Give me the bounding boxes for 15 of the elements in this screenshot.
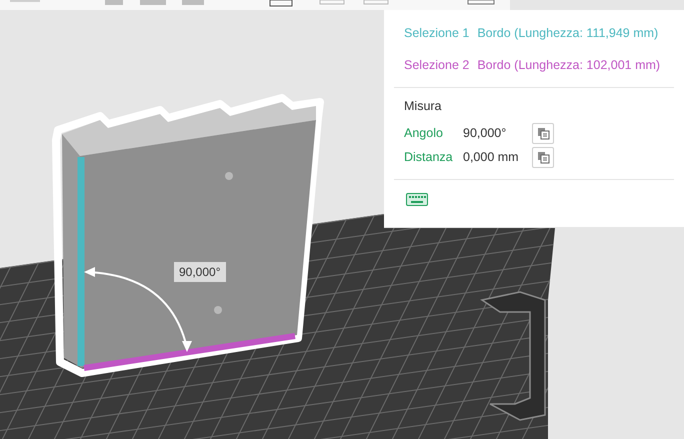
measure-label: Distanza — [404, 148, 454, 166]
measure-value: 0,000 mm — [463, 148, 520, 166]
copy-icon — [536, 150, 550, 164]
angle-label: 90,000° — [174, 262, 226, 282]
copy-button[interactable] — [532, 146, 554, 168]
selection-value: Bordo (Lunghezza: 102,001 mm) — [477, 56, 660, 74]
section-title: Misura — [404, 98, 443, 114]
selection-label: Selezione 2 — [404, 56, 470, 74]
copy-icon — [536, 126, 550, 140]
measure-value: 90,000° — [463, 124, 508, 142]
copy-button[interactable] — [532, 122, 554, 144]
measure-label: Angolo — [404, 124, 444, 142]
selection-value: Bordo (Lunghezza: 111,949 mm) — [477, 25, 658, 42]
keyboard-icon[interactable] — [406, 193, 428, 206]
selection-label: Selezione 1 — [404, 25, 470, 42]
